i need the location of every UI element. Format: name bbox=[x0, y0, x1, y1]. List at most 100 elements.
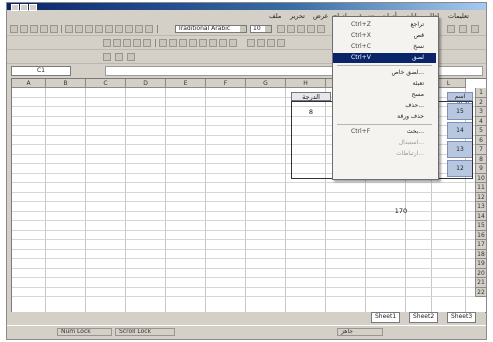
row-header[interactable]: 2 bbox=[475, 97, 486, 107]
percent-icon[interactable] bbox=[113, 39, 121, 47]
row-header[interactable]: 7 bbox=[475, 145, 486, 155]
row-header[interactable]: 9 bbox=[475, 164, 486, 174]
decrease-decimal-icon[interactable] bbox=[143, 39, 151, 47]
menu-item[interactable]: تعبئة bbox=[333, 79, 436, 89]
align-center-icon[interactable] bbox=[317, 25, 325, 33]
comment-icon[interactable] bbox=[103, 53, 111, 61]
currency-icon[interactable] bbox=[103, 39, 111, 47]
cell-value-170[interactable]: 170 bbox=[386, 207, 416, 215]
open-icon[interactable] bbox=[20, 25, 28, 33]
font-size-select[interactable]: 10 bbox=[250, 25, 272, 33]
row-header[interactable]: 13 bbox=[475, 202, 486, 212]
tab-sheet2[interactable]: Sheet2 bbox=[409, 312, 439, 323]
row-header[interactable]: 6 bbox=[475, 135, 486, 145]
zoom-icon[interactable] bbox=[145, 25, 153, 33]
sum-icon[interactable] bbox=[115, 25, 123, 33]
menu-item[interactable]: قص Ctrl+X bbox=[333, 31, 436, 41]
menu-item[interactable]: نسخ Ctrl+C bbox=[333, 42, 436, 52]
row-header[interactable]: 19 bbox=[475, 259, 486, 269]
menu-help[interactable]: تعليمات bbox=[448, 12, 469, 20]
menu-item[interactable]: لصق Ctrl+V bbox=[333, 53, 436, 63]
column-header[interactable]: E bbox=[166, 79, 206, 88]
row-header[interactable]: 20 bbox=[475, 268, 486, 278]
column-header[interactable]: C bbox=[86, 79, 126, 88]
italic-icon[interactable] bbox=[287, 25, 295, 33]
paste-icon[interactable] bbox=[85, 25, 93, 33]
function-icon[interactable] bbox=[209, 39, 217, 47]
drawing-icon[interactable] bbox=[247, 39, 255, 47]
increase-decimal-icon[interactable] bbox=[133, 39, 141, 47]
preview-icon[interactable] bbox=[50, 25, 58, 33]
row-header[interactable]: 1 bbox=[475, 88, 486, 98]
row-header[interactable]: 3 bbox=[475, 107, 486, 117]
row-header[interactable]: 18 bbox=[475, 249, 486, 259]
menu-item[interactable]: حذف ورقة bbox=[333, 112, 436, 122]
row-header[interactable]: 15 bbox=[475, 221, 486, 231]
menu-item[interactable]: مسح bbox=[333, 90, 436, 100]
column-header[interactable]: F bbox=[206, 79, 246, 88]
fill-color-icon[interactable] bbox=[447, 25, 455, 33]
menu-item[interactable]: استبدال... bbox=[333, 138, 436, 148]
maximize-icon[interactable] bbox=[20, 4, 28, 11]
column-header[interactable]: G bbox=[246, 79, 286, 88]
borders-icon[interactable] bbox=[471, 25, 479, 33]
undo-icon[interactable] bbox=[95, 25, 103, 33]
cut-icon[interactable] bbox=[65, 25, 73, 33]
menu-file[interactable]: ملف bbox=[269, 12, 281, 20]
column-header[interactable]: B bbox=[46, 79, 86, 88]
comma-icon[interactable] bbox=[123, 39, 131, 47]
new-icon[interactable] bbox=[10, 25, 18, 33]
redo-icon[interactable] bbox=[105, 25, 113, 33]
menu-item[interactable]: لصق خاص... bbox=[333, 68, 436, 78]
menu-item[interactable]: ارتباطات... bbox=[333, 149, 436, 159]
row-header[interactable]: 21 bbox=[475, 278, 486, 288]
row-header[interactable]: 12 bbox=[475, 192, 486, 202]
menu-view[interactable]: عرض bbox=[313, 12, 328, 20]
row-header[interactable]: 8 bbox=[475, 154, 486, 164]
wrap-icon[interactable] bbox=[189, 39, 197, 47]
chart-icon[interactable] bbox=[135, 25, 143, 33]
column-header[interactable]: D bbox=[126, 79, 166, 88]
merge-icon[interactable] bbox=[179, 39, 187, 47]
close-icon[interactable] bbox=[11, 4, 19, 11]
font-name-select[interactable]: Traditional Arabic bbox=[175, 25, 247, 33]
save-icon[interactable] bbox=[30, 25, 38, 33]
row-header[interactable]: 11 bbox=[475, 183, 486, 193]
help-icon[interactable] bbox=[267, 39, 275, 47]
name-box[interactable]: C1 bbox=[11, 66, 71, 76]
row-header[interactable]: 17 bbox=[475, 240, 486, 250]
row-header[interactable]: 4 bbox=[475, 116, 486, 126]
align-right-icon[interactable] bbox=[307, 25, 315, 33]
column-header[interactable]: A bbox=[12, 79, 46, 88]
table-icon[interactable] bbox=[277, 39, 285, 47]
shape-icon[interactable] bbox=[127, 53, 135, 61]
underline-icon[interactable] bbox=[297, 25, 305, 33]
sort-descending-icon[interactable] bbox=[229, 39, 237, 47]
bold-icon[interactable] bbox=[277, 25, 285, 33]
copy-icon[interactable] bbox=[75, 25, 83, 33]
filter-icon[interactable] bbox=[199, 39, 207, 47]
row-header[interactable]: 14 bbox=[475, 211, 486, 221]
row-header[interactable]: 10 bbox=[475, 173, 486, 183]
outdent-icon[interactable] bbox=[169, 39, 177, 47]
row-header[interactable]: 5 bbox=[475, 126, 486, 136]
font-color-icon[interactable] bbox=[459, 25, 467, 33]
cell-header-grade[interactable]: الدرجة bbox=[291, 92, 331, 101]
cell-header-student[interactable]: اسم الطالب bbox=[447, 92, 473, 108]
menu-item[interactable]: بحث... Ctrl+F bbox=[333, 127, 436, 137]
sort-icon[interactable] bbox=[125, 25, 133, 33]
menu-item[interactable]: حذف... bbox=[333, 101, 436, 111]
track-icon[interactable] bbox=[115, 53, 123, 61]
print-icon[interactable] bbox=[40, 25, 48, 33]
column-header[interactable]: H bbox=[286, 79, 326, 88]
tab-sheet3[interactable]: Sheet3 bbox=[447, 312, 477, 323]
menu-edit[interactable]: تحرير bbox=[290, 12, 305, 20]
sort-ascending-icon[interactable] bbox=[219, 39, 227, 47]
map-icon[interactable] bbox=[257, 39, 265, 47]
minimize-icon[interactable] bbox=[29, 4, 37, 11]
row-header[interactable]: 22 bbox=[475, 287, 486, 297]
indent-icon[interactable] bbox=[159, 39, 167, 47]
row-header[interactable]: 16 bbox=[475, 230, 486, 240]
menu-item[interactable]: تراجع Ctrl+Z bbox=[333, 20, 436, 30]
tab-sheet1[interactable]: Sheet1 bbox=[371, 312, 401, 323]
